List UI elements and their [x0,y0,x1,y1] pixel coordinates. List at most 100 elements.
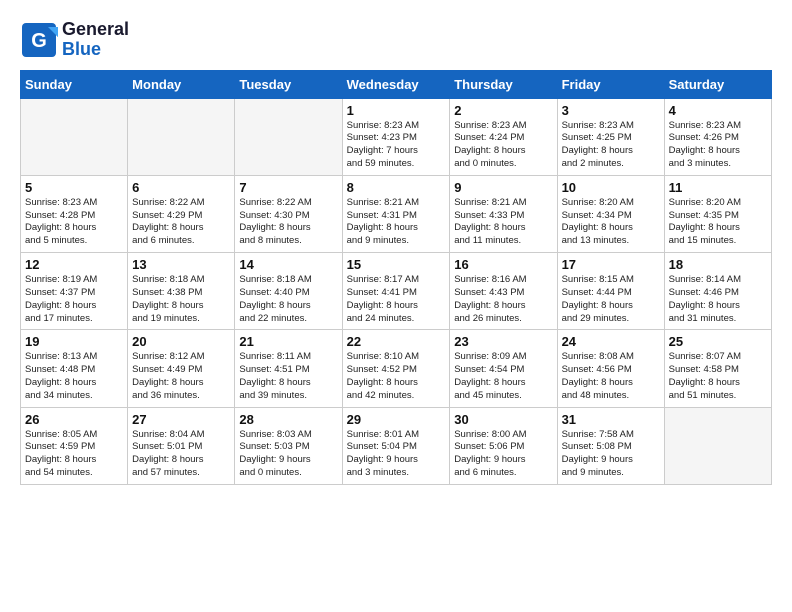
calendar-cell [21,98,128,175]
calendar-cell: 11 Sunrise: 8:20 AMSunset: 4:35 PMDayligh… [664,175,771,252]
day-number: 27 [132,412,230,427]
svg-text:G: G [31,30,47,52]
day-number: 24 [562,334,660,349]
cell-info: Sunrise: 8:03 AMSunset: 5:03 PMDaylight:… [239,429,337,480]
cell-info: Sunrise: 8:10 AMSunset: 4:52 PMDaylight:… [347,351,446,402]
day-number: 19 [25,334,123,349]
day-number: 23 [454,334,552,349]
cell-info: Sunrise: 8:07 AMSunset: 4:58 PMDaylight:… [669,351,767,402]
logo-icon: G [20,21,58,59]
day-number: 2 [454,103,552,118]
day-number: 12 [25,257,123,272]
weekday-header-wednesday: Wednesday [342,70,450,98]
cell-info: Sunrise: 8:23 AMSunset: 4:28 PMDaylight:… [25,197,123,248]
weekday-header-monday: Monday [128,70,235,98]
day-number: 11 [669,180,767,195]
weekday-header-sunday: Sunday [21,70,128,98]
cell-info: Sunrise: 8:18 AMSunset: 4:40 PMDaylight:… [239,274,337,325]
cell-info: Sunrise: 8:13 AMSunset: 4:48 PMDaylight:… [25,351,123,402]
day-number: 7 [239,180,337,195]
header: G General Blue [20,20,772,60]
cell-info: Sunrise: 8:20 AMSunset: 4:35 PMDaylight:… [669,197,767,248]
calendar-cell: 8 Sunrise: 8:21 AMSunset: 4:31 PMDaylight… [342,175,450,252]
day-number: 25 [669,334,767,349]
calendar-cell: 5 Sunrise: 8:23 AMSunset: 4:28 PMDaylight… [21,175,128,252]
calendar-cell: 1 Sunrise: 8:23 AMSunset: 4:23 PMDaylight… [342,98,450,175]
calendar-cell: 10 Sunrise: 8:20 AMSunset: 4:34 PMDayligh… [557,175,664,252]
day-number: 13 [132,257,230,272]
day-number: 22 [347,334,446,349]
calendar-cell: 29Sunrise: 8:01 AMSunset: 5:04 PMDayligh… [342,407,450,484]
day-number: 3 [562,103,660,118]
cell-info: Sunrise: 8:21 AMSunset: 4:31 PMDaylight:… [347,197,446,248]
calendar-cell: 23 Sunrise: 8:09 AMSunset: 4:54 PMDayligh… [450,330,557,407]
day-number: 16 [454,257,552,272]
cell-info: Sunrise: 8:20 AMSunset: 4:34 PMDaylight:… [562,197,660,248]
day-number: 17 [562,257,660,272]
calendar-cell: 26Sunrise: 8:05 AMSunset: 4:59 PMDayligh… [21,407,128,484]
cell-info: Sunrise: 8:22 AMSunset: 4:30 PMDaylight:… [239,197,337,248]
calendar-cell: 7 Sunrise: 8:22 AMSunset: 4:30 PMDaylight… [235,175,342,252]
day-number: 31 [562,412,660,427]
cell-info: Sunrise: 8:15 AMSunset: 4:44 PMDaylight:… [562,274,660,325]
day-number: 4 [669,103,767,118]
calendar-cell: 25 Sunrise: 8:07 AMSunset: 4:58 PMDayligh… [664,330,771,407]
calendar-cell: 24 Sunrise: 8:08 AMSunset: 4:56 PMDayligh… [557,330,664,407]
cell-info: Sunrise: 8:16 AMSunset: 4:43 PMDaylight:… [454,274,552,325]
cell-info: Sunrise: 8:11 AMSunset: 4:51 PMDaylight:… [239,351,337,402]
calendar-cell: 20 Sunrise: 8:12 AMSunset: 4:49 PMDayligh… [128,330,235,407]
cell-info: Sunrise: 8:14 AMSunset: 4:46 PMDaylight:… [669,274,767,325]
logo: G General Blue [20,20,129,60]
day-number: 1 [347,103,446,118]
calendar-cell: 30Sunrise: 8:00 AMSunset: 5:06 PMDayligh… [450,407,557,484]
weekday-header-tuesday: Tuesday [235,70,342,98]
cell-info: Sunrise: 8:21 AMSunset: 4:33 PMDaylight:… [454,197,552,248]
day-number: 21 [239,334,337,349]
page: G General Blue SundayMondayTuesdayWednes… [0,0,792,495]
calendar: SundayMondayTuesdayWednesdayThursdayFrid… [20,70,772,485]
day-number: 5 [25,180,123,195]
cell-info: Sunrise: 8:04 AMSunset: 5:01 PMDaylight:… [132,429,230,480]
day-number: 20 [132,334,230,349]
weekday-header-row: SundayMondayTuesdayWednesdayThursdayFrid… [21,70,772,98]
calendar-cell: 19 Sunrise: 8:13 AMSunset: 4:48 PMDayligh… [21,330,128,407]
calendar-cell: 17 Sunrise: 8:15 AMSunset: 4:44 PMDayligh… [557,253,664,330]
weekday-header-friday: Friday [557,70,664,98]
day-number: 8 [347,180,446,195]
calendar-cell: 18 Sunrise: 8:14 AMSunset: 4:46 PMDayligh… [664,253,771,330]
calendar-cell: 9 Sunrise: 8:21 AMSunset: 4:33 PMDaylight… [450,175,557,252]
cell-info: Sunrise: 8:23 AMSunset: 4:24 PMDaylight:… [454,120,552,171]
cell-info: Sunrise: 8:01 AMSunset: 5:04 PMDaylight:… [347,429,446,480]
week-row-4: 19 Sunrise: 8:13 AMSunset: 4:48 PMDayligh… [21,330,772,407]
calendar-cell: 12 Sunrise: 8:19 AMSunset: 4:37 PMDayligh… [21,253,128,330]
cell-info: Sunrise: 8:19 AMSunset: 4:37 PMDaylight:… [25,274,123,325]
calendar-cell: 3 Sunrise: 8:23 AMSunset: 4:25 PMDaylight… [557,98,664,175]
weekday-header-saturday: Saturday [664,70,771,98]
calendar-cell [235,98,342,175]
calendar-cell: 6 Sunrise: 8:22 AMSunset: 4:29 PMDaylight… [128,175,235,252]
cell-info: Sunrise: 8:18 AMSunset: 4:38 PMDaylight:… [132,274,230,325]
day-number: 18 [669,257,767,272]
weekday-header-thursday: Thursday [450,70,557,98]
calendar-cell: 21 Sunrise: 8:11 AMSunset: 4:51 PMDayligh… [235,330,342,407]
day-number: 6 [132,180,230,195]
calendar-cell: 13 Sunrise: 8:18 AMSunset: 4:38 PMDayligh… [128,253,235,330]
cell-info: Sunrise: 8:23 AMSunset: 4:23 PMDaylight:… [347,120,446,171]
cell-info: Sunrise: 8:08 AMSunset: 4:56 PMDaylight:… [562,351,660,402]
cell-info: Sunrise: 8:12 AMSunset: 4:49 PMDaylight:… [132,351,230,402]
day-number: 10 [562,180,660,195]
calendar-cell: 16 Sunrise: 8:16 AMSunset: 4:43 PMDayligh… [450,253,557,330]
calendar-cell: 31Sunrise: 7:58 AMSunset: 5:08 PMDayligh… [557,407,664,484]
calendar-cell: 4Sunrise: 8:23 AMSunset: 4:26 PMDaylight… [664,98,771,175]
cell-info: Sunrise: 8:23 AMSunset: 4:25 PMDaylight:… [562,120,660,171]
cell-info: Sunrise: 8:05 AMSunset: 4:59 PMDaylight:… [25,429,123,480]
week-row-2: 5 Sunrise: 8:23 AMSunset: 4:28 PMDaylight… [21,175,772,252]
calendar-cell: 15Sunrise: 8:17 AMSunset: 4:41 PMDayligh… [342,253,450,330]
logo-text: General [62,20,129,40]
cell-info: Sunrise: 8:22 AMSunset: 4:29 PMDaylight:… [132,197,230,248]
week-row-5: 26Sunrise: 8:05 AMSunset: 4:59 PMDayligh… [21,407,772,484]
calendar-cell: 2 Sunrise: 8:23 AMSunset: 4:24 PMDaylight… [450,98,557,175]
day-number: 9 [454,180,552,195]
cell-info: Sunrise: 8:09 AMSunset: 4:54 PMDaylight:… [454,351,552,402]
cell-info: Sunrise: 8:17 AMSunset: 4:41 PMDaylight:… [347,274,446,325]
